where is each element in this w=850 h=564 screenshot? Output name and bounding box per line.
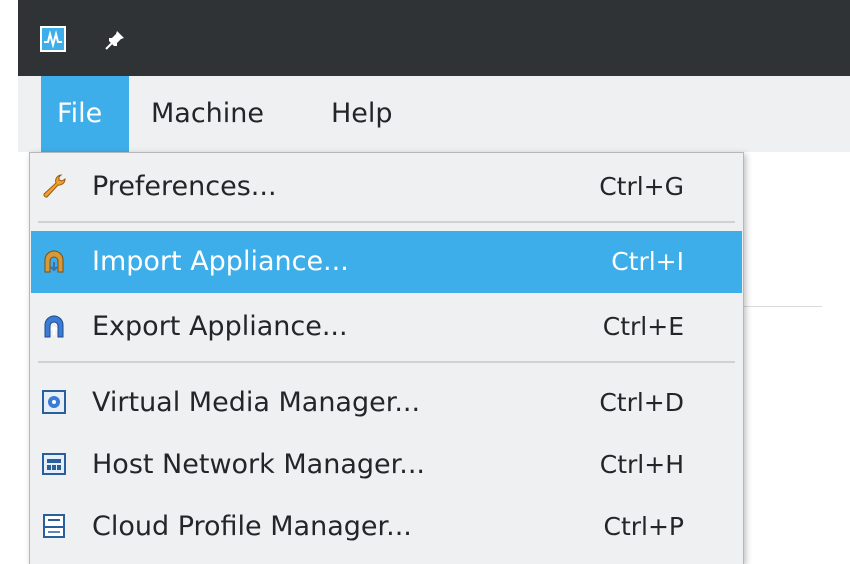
virtual-media-icon — [42, 390, 66, 414]
menu-item-shortcut: Ctrl+E — [602, 312, 684, 341]
menu-item-preferences[interactable]: Preferences... Ctrl+G — [31, 156, 742, 218]
menu-item-export-appliance[interactable]: Export Appliance... Ctrl+E — [31, 296, 742, 358]
menu-item-shortcut: Ctrl+D — [599, 388, 684, 417]
wrench-icon — [43, 174, 66, 198]
cloud-profile-icon — [43, 514, 65, 538]
menu-item-virtual-media-manager[interactable]: Virtual Media Manager... Ctrl+D — [31, 372, 742, 434]
pin-icon[interactable] — [104, 29, 126, 51]
content-divider — [740, 306, 822, 307]
window-titlebar — [18, 0, 850, 76]
menu-separator — [38, 221, 735, 223]
menu-item-label: Virtual Media Manager... — [92, 387, 421, 418]
host-network-icon — [42, 453, 66, 475]
menu-item-cloud-profile-manager[interactable]: Cloud Profile Manager... Ctrl+P — [31, 496, 742, 558]
export-appliance-icon — [44, 315, 64, 338]
virtualbox-monitor-icon[interactable] — [40, 26, 66, 52]
menu-file-label: File — [57, 98, 103, 129]
menu-help[interactable]: Help — [321, 76, 411, 152]
import-appliance-icon — [44, 250, 64, 273]
menu-item-label: Host Network Manager... — [92, 449, 425, 480]
menu-item-label: Preferences... — [92, 171, 277, 202]
menu-item-shortcut: Ctrl+I — [611, 247, 684, 276]
menu-item-label: Cloud Profile Manager... — [92, 511, 412, 542]
menu-machine-label: Machine — [151, 98, 265, 129]
details-pane — [822, 152, 850, 563]
file-menu-dropdown: Preferences... Ctrl+G Import Appliance..… — [29, 152, 744, 564]
menu-item-shortcut: Ctrl+G — [599, 172, 684, 201]
menu-bar: File Machine Help — [18, 76, 850, 152]
menu-file[interactable]: File — [41, 76, 129, 152]
menu-item-shortcut: Ctrl+P — [603, 512, 684, 541]
menu-item-import-appliance[interactable]: Import Appliance... Ctrl+I — [31, 231, 742, 293]
menu-help-label: Help — [331, 98, 393, 129]
menu-item-shortcut: Ctrl+H — [599, 450, 684, 479]
menu-item-label: Import Appliance... — [92, 246, 349, 277]
menu-item-label: Export Appliance... — [92, 311, 348, 342]
menu-machine[interactable]: Machine — [141, 76, 281, 152]
menu-item-host-network-manager[interactable]: Host Network Manager... Ctrl+H — [31, 434, 742, 496]
menu-separator — [38, 361, 735, 363]
